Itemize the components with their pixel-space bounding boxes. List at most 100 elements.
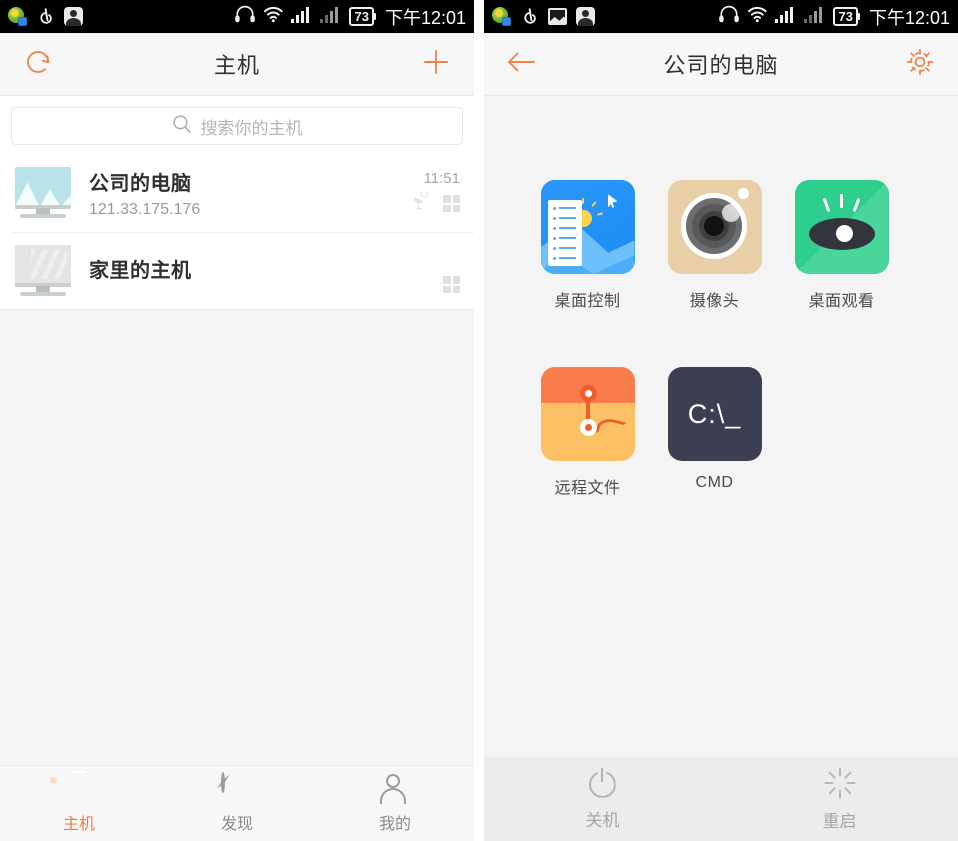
desktop-control-icon bbox=[540, 180, 635, 274]
status-bar-indicators: 73 下午12:01 bbox=[234, 0, 466, 33]
bottom-tab-bar: 主机 发现 我的 bbox=[0, 765, 474, 841]
host-name: 家里的主机 bbox=[89, 260, 192, 282]
tab-discover[interactable]: 发现 bbox=[158, 771, 316, 834]
status-bar-left: 73 下午12:01 bbox=[0, 0, 474, 33]
host-detail-screen: 73 下午12:01 公司的电脑 桌面控制 摄像头 桌面观看 远程文件 C:\_… bbox=[484, 0, 958, 841]
headphone-icon bbox=[234, 5, 256, 28]
search-section: 搜索你的主机 bbox=[0, 96, 474, 154]
shutdown-button[interactable]: 关机 bbox=[484, 767, 721, 831]
restart-icon bbox=[824, 767, 856, 799]
search-input[interactable]: 搜索你的主机 bbox=[11, 107, 463, 145]
tab-label: 我的 bbox=[378, 815, 411, 833]
host-name: 公司的电脑 bbox=[89, 173, 192, 195]
status-bar-right: 73 下午12:01 bbox=[484, 0, 958, 33]
battery-indicator: 73 bbox=[349, 7, 376, 26]
headphone-icon bbox=[718, 5, 740, 28]
host-meta: 11:51 bbox=[412, 167, 460, 219]
app-label: 桌面观看 bbox=[808, 293, 875, 310]
status-bar-app-icons bbox=[484, 7, 595, 26]
tab-host[interactable]: 主机 bbox=[0, 770, 158, 834]
wifi-icon bbox=[263, 5, 284, 28]
host-icon bbox=[50, 770, 95, 804]
tab-label: 发现 bbox=[220, 815, 253, 833]
plus-icon bbox=[421, 47, 451, 82]
action-label: 重启 bbox=[822, 811, 857, 831]
search-icon bbox=[172, 114, 192, 139]
table-row[interactable]: 公司的电脑 121.33.175.176 11:51 bbox=[0, 154, 474, 232]
gear-icon bbox=[905, 47, 935, 82]
battery-level: 73 bbox=[833, 7, 858, 26]
battery-indicator: 73 bbox=[833, 7, 860, 26]
add-host-button[interactable] bbox=[412, 33, 460, 96]
wifi-icon bbox=[747, 5, 768, 28]
host-timestamp: 11:51 bbox=[423, 170, 460, 187]
status-bar-indicators: 73 下午12:01 bbox=[718, 0, 950, 33]
app-desktop-watch[interactable]: 桌面观看 bbox=[778, 180, 905, 311]
table-row[interactable]: 家里的主机 bbox=[0, 232, 474, 310]
host-badges bbox=[412, 190, 460, 215]
user-app-icon bbox=[576, 7, 595, 26]
person-icon bbox=[379, 773, 411, 804]
status-bar-clock: 下午12:01 bbox=[384, 7, 466, 28]
panel-divider bbox=[474, 0, 484, 841]
app-row: 远程文件 C:\_ CMD bbox=[484, 367, 958, 498]
netease-music-icon bbox=[36, 7, 55, 26]
app-label: CMD bbox=[695, 474, 734, 491]
compass-icon bbox=[221, 771, 253, 804]
globe-app-icon bbox=[492, 7, 511, 26]
satellite-dish-icon bbox=[412, 190, 430, 215]
monitor-online-icon bbox=[12, 167, 74, 219]
tab-mine[interactable]: 我的 bbox=[316, 773, 474, 834]
monitor-offline-icon bbox=[12, 245, 74, 297]
host-list-navbar: 主机 bbox=[0, 33, 474, 96]
signal-bars-icon bbox=[804, 6, 826, 28]
app-cmd[interactable]: C:\_ CMD bbox=[651, 367, 778, 498]
battery-level: 73 bbox=[349, 7, 374, 26]
dual-screenshot-stage: 73 下午12:01 主机 搜索你的主机 公司的电脑 121.33.175.17… bbox=[0, 0, 958, 841]
cmd-icon: C:\_ bbox=[667, 367, 762, 461]
netease-music-icon bbox=[520, 7, 539, 26]
restart-button[interactable]: 重启 bbox=[721, 767, 958, 832]
host-detail-navbar: 公司的电脑 bbox=[484, 33, 958, 96]
app-empty-slot bbox=[778, 367, 905, 498]
eye-watch-icon bbox=[794, 180, 889, 274]
status-bar-clock: 下午12:01 bbox=[868, 7, 950, 28]
refresh-icon bbox=[23, 47, 53, 82]
settings-button[interactable] bbox=[896, 33, 944, 96]
page-title: 公司的电脑 bbox=[663, 53, 779, 78]
signal-bars-icon bbox=[291, 6, 313, 28]
app-row: 桌面控制 摄像头 桌面观看 bbox=[484, 180, 958, 311]
windows-logo-icon bbox=[443, 195, 460, 212]
page-title: 主机 bbox=[213, 53, 260, 78]
app-desktop-control[interactable]: 桌面控制 bbox=[524, 180, 651, 311]
status-bar-app-icons bbox=[0, 7, 83, 26]
app-label: 摄像头 bbox=[689, 293, 740, 310]
globe-app-icon bbox=[8, 7, 27, 26]
host-info: 公司的电脑 121.33.175.176 bbox=[74, 167, 412, 219]
tab-label: 主机 bbox=[62, 815, 95, 833]
app-camera[interactable]: 摄像头 bbox=[651, 180, 778, 311]
cmd-glyph: C:\_ bbox=[687, 398, 742, 429]
user-app-icon bbox=[64, 7, 83, 26]
back-button[interactable] bbox=[498, 33, 546, 96]
gallery-app-icon bbox=[548, 8, 567, 25]
host-list: 公司的电脑 121.33.175.176 11:51 家里的主机 bbox=[0, 154, 474, 310]
app-remote-file[interactable]: 远程文件 bbox=[524, 367, 651, 498]
refresh-button[interactable] bbox=[14, 33, 62, 96]
app-label: 远程文件 bbox=[554, 480, 621, 497]
host-info: 家里的主机 bbox=[74, 254, 443, 288]
host-badges bbox=[443, 276, 460, 293]
action-label: 关机 bbox=[585, 810, 620, 830]
power-action-bar: 关机 重启 bbox=[484, 757, 958, 841]
host-ip: 121.33.175.176 bbox=[89, 201, 201, 218]
app-label: 桌面控制 bbox=[554, 293, 621, 310]
search-placeholder: 搜索你的主机 bbox=[200, 118, 303, 138]
signal-bars-icon bbox=[775, 6, 797, 28]
app-grid: 桌面控制 摄像头 桌面观看 远程文件 C:\_ CMD bbox=[484, 96, 958, 498]
remote-file-icon bbox=[540, 367, 635, 461]
signal-bars-icon bbox=[320, 6, 342, 28]
power-icon bbox=[588, 767, 618, 798]
windows-logo-icon bbox=[443, 276, 460, 293]
camera-icon bbox=[667, 180, 762, 274]
host-list-screen: 73 下午12:01 主机 搜索你的主机 公司的电脑 121.33.175.17… bbox=[0, 0, 474, 841]
